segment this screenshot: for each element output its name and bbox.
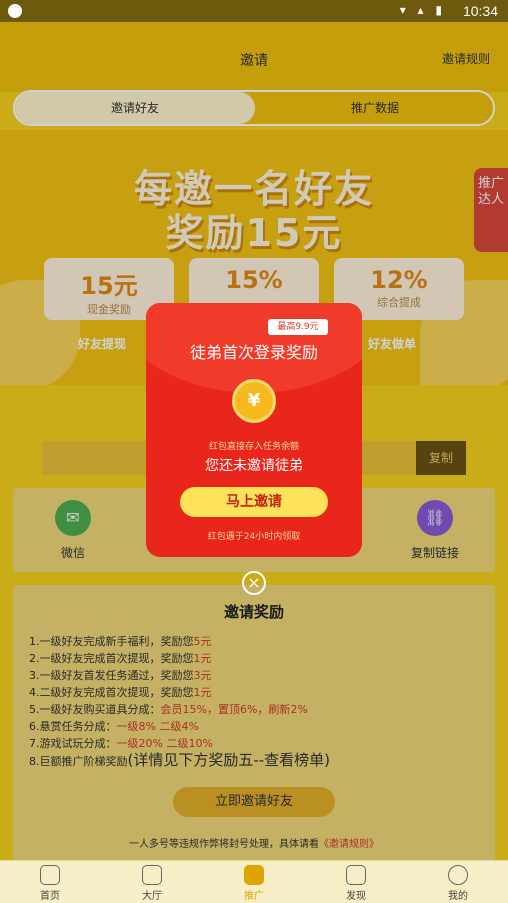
bottom-nav: 首页 大厅 推广 发现 我的 [0,860,508,903]
popup-expire-note: 红包遇于24小时内领取 [207,532,301,542]
compass-icon [346,865,366,885]
invite-now-button[interactable]: 马上邀请 [180,487,328,517]
max-reward-badge: 最高9.9元 [268,319,328,335]
coin-icon: ¥ [232,379,276,423]
nav-home[interactable]: 首页 [0,865,100,902]
home-icon [40,865,60,885]
gift-icon [244,865,264,885]
system-icons: ▾ ▴ ▮ [399,3,446,17]
red-packet-popup: 最高9.9元 徒弟首次登录奖励 ¥ 红包直接存入任务余额 您还未邀请徒弟 马上邀… [146,303,362,557]
app-notification-icon [8,4,22,18]
popup-title: 徒弟首次登录奖励 [189,343,318,362]
popup-note: 红包直接存入任务余额 [208,442,299,452]
nav-promotion[interactable]: 推广 [204,865,304,902]
user-icon [448,865,468,885]
grid-icon [142,865,162,885]
nav-mine[interactable]: 我的 [408,865,508,902]
popup-status: 您还未邀请徒弟 [205,458,303,474]
nav-hall[interactable]: 大厅 [102,865,202,902]
close-icon[interactable]: × [242,571,266,595]
clock: 10:34 [462,3,498,19]
nav-discover[interactable]: 发现 [306,865,406,902]
status-bar: ▾ ▴ ▮ 10:34 [0,0,508,22]
